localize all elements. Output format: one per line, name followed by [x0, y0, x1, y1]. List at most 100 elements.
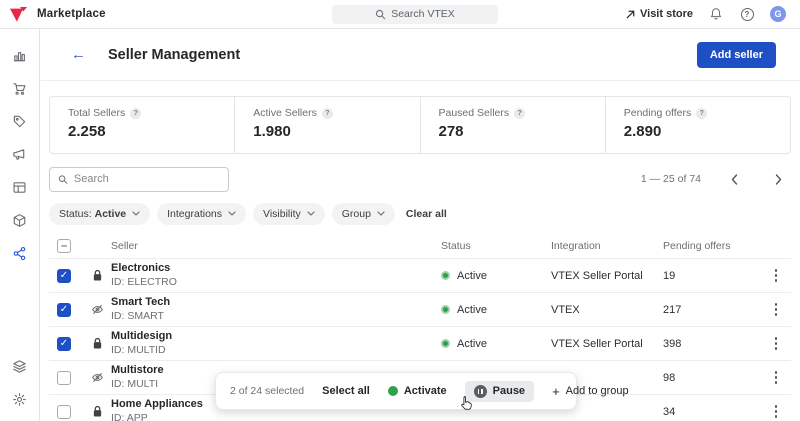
filter-group[interactable]: Group: [332, 203, 395, 225]
row-checkbox[interactable]: ✓: [57, 303, 71, 317]
pause-button[interactable]: Pause: [465, 381, 534, 402]
pending-cell: 217: [663, 304, 761, 316]
pending-cell: 398: [663, 338, 761, 350]
status-cell: Active: [441, 304, 551, 316]
stats-cards: Total Sellers? 2.258 Active Sellers? 1.9…: [49, 96, 791, 154]
search-input[interactable]: [74, 173, 220, 185]
lock-icon: [83, 269, 111, 282]
sidebar-item-shipping[interactable]: [7, 208, 33, 232]
pause-icon: [474, 385, 487, 398]
help-icon[interactable]: ?: [322, 108, 333, 119]
lock-icon: [83, 405, 111, 418]
chevron-down-icon: [132, 211, 140, 216]
integration-cell: VTEX: [551, 304, 663, 316]
table-row[interactable]: ✓ Smart Tech ID: SMART Active VTEX 217: [49, 293, 791, 327]
prev-page-button[interactable]: [721, 166, 747, 192]
row-actions-kebab-icon[interactable]: [761, 265, 791, 286]
add-to-group-label: Add to group: [566, 385, 629, 397]
add-seller-button[interactable]: Add seller: [697, 42, 776, 68]
next-page-button[interactable]: [765, 166, 791, 192]
column-seller: Seller: [111, 240, 441, 252]
sidebar-item-storefront[interactable]: [7, 175, 33, 199]
pagination: 1 — 25 of 74: [641, 166, 791, 192]
column-integration: Integration: [551, 240, 663, 252]
seller-cell: Smart Tech ID: SMART: [111, 296, 441, 323]
stat-value: 1.980: [253, 123, 419, 140]
stat-label: Paused Sellers: [439, 107, 510, 119]
stat-value: 2.890: [624, 123, 790, 140]
page-header: ← Seller Management Add seller: [41, 29, 800, 81]
status-dot-icon: [441, 339, 450, 348]
help-icon[interactable]: ?: [696, 108, 707, 119]
sidebar-item-catalog[interactable]: [7, 109, 33, 133]
table-row[interactable]: ✓ Multidesign ID: MULTID Active VTEX Sel…: [49, 327, 791, 361]
stat-label: Total Sellers: [68, 107, 125, 119]
activate-label: Activate: [404, 385, 447, 397]
row-checkbox[interactable]: ✓: [57, 337, 71, 351]
stat-label: Active Sellers: [253, 107, 317, 119]
clear-all-button[interactable]: Clear all: [406, 208, 447, 220]
row-checkbox[interactable]: [57, 405, 71, 419]
sidebar-item-promotions[interactable]: [7, 142, 33, 166]
sidebar-item-marketplace-active[interactable]: [7, 241, 33, 265]
activate-button[interactable]: Activate: [388, 385, 447, 397]
filter-visibility-label: Visibility: [263, 208, 301, 220]
sidebar-item-apps[interactable]: [7, 354, 33, 378]
table-row[interactable]: ✓ Electronics ID: ELECTRO Active VTEX Se…: [49, 259, 791, 293]
external-link-arrow-icon: [625, 9, 636, 20]
filter-visibility[interactable]: Visibility: [253, 203, 325, 225]
settings-gear-icon: [12, 392, 27, 407]
filter-status[interactable]: Status: Active: [49, 203, 150, 225]
seller-name: Multidesign: [111, 330, 441, 344]
avatar[interactable]: G: [770, 6, 786, 22]
orders-cart-icon: [12, 81, 27, 96]
chevron-down-icon: [307, 211, 315, 216]
status-cell: Active: [441, 270, 551, 282]
status-label: Active: [457, 304, 487, 316]
apps-layers-icon: [12, 359, 27, 374]
global-search[interactable]: Search VTEX: [332, 5, 498, 24]
column-status: Status: [441, 240, 551, 252]
marketplace-share-icon: [12, 246, 27, 261]
chevron-down-icon: [377, 211, 385, 216]
filter-status-label: Status:: [59, 208, 92, 220]
pending-cell: 19: [663, 270, 761, 282]
sidebar-item-orders[interactable]: [7, 76, 33, 100]
help-icon[interactable]: ?: [514, 108, 525, 119]
chevron-right-icon: [775, 174, 782, 185]
seller-management-page: Marketplace Search VTEX Visit store: [0, 0, 800, 421]
filter-integrations-label: Integrations: [167, 208, 222, 220]
stat-total-sellers: Total Sellers? 2.258: [50, 97, 234, 153]
filter-group-label: Group: [342, 208, 371, 220]
back-arrow-icon[interactable]: ←: [71, 46, 86, 63]
select-all-button[interactable]: Select all: [322, 385, 370, 397]
eye-off-icon: [83, 303, 111, 316]
sidebar-item-analytics[interactable]: [7, 43, 33, 67]
analytics-icon: [12, 48, 27, 63]
row-checkbox[interactable]: [57, 371, 71, 385]
integration-cell: VTEX Seller Portal: [551, 270, 663, 282]
seller-name: Smart Tech: [111, 296, 441, 310]
sidebar-item-settings[interactable]: [7, 387, 33, 411]
add-to-group-button[interactable]: + Add to group: [552, 384, 629, 399]
sidebar: [0, 29, 40, 421]
seller-cell: Electronics ID: ELECTRO: [111, 262, 441, 289]
notifications-button[interactable]: [708, 6, 724, 22]
search-icon: [375, 9, 386, 20]
row-actions-kebab-icon[interactable]: [761, 299, 791, 320]
seller-id: ID: APP: [111, 412, 441, 421]
row-actions-kebab-icon[interactable]: [761, 333, 791, 354]
row-actions-kebab-icon[interactable]: [761, 367, 791, 388]
filter-integrations[interactable]: Integrations: [157, 203, 246, 225]
select-all-checkbox[interactable]: –: [57, 239, 71, 253]
main-content: ← Seller Management Add seller Total Sel…: [41, 29, 800, 421]
visit-store-link[interactable]: Visit store: [625, 8, 693, 20]
row-checkbox[interactable]: ✓: [57, 269, 71, 283]
vtex-logo-icon: [10, 7, 27, 22]
page-title: Seller Management: [108, 47, 240, 63]
row-actions-kebab-icon[interactable]: [761, 401, 791, 421]
help-icon[interactable]: ?: [130, 108, 141, 119]
pending-cell: 34: [663, 406, 761, 418]
help-button[interactable]: ?: [739, 6, 755, 22]
status-label: Active: [457, 270, 487, 282]
